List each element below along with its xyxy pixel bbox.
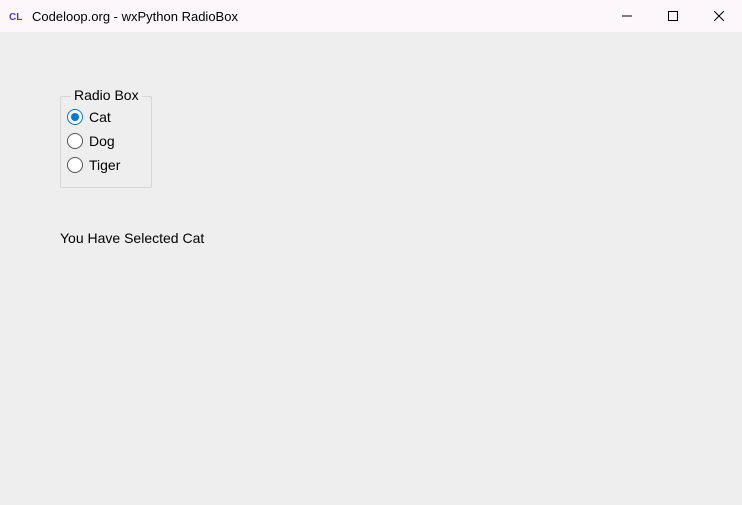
maximize-button[interactable] <box>650 0 696 32</box>
titlebar: CL Codeloop.org - wxPython RadioBox <box>0 0 742 32</box>
radiobox-group: Radio Box CatDogTiger <box>60 96 152 188</box>
radio-option-cat[interactable]: Cat <box>67 105 145 129</box>
app-icon: CL <box>8 8 24 24</box>
radiobox-legend: Radio Box <box>71 87 142 103</box>
window-controls <box>604 0 742 32</box>
radio-label: Tiger <box>89 157 120 173</box>
status-text: You Have Selected Cat <box>60 230 204 246</box>
window-title: Codeloop.org - wxPython RadioBox <box>32 9 238 24</box>
minimize-icon <box>622 11 632 21</box>
radio-indicator <box>67 133 83 149</box>
minimize-button[interactable] <box>604 0 650 32</box>
svg-text:CL: CL <box>9 12 22 23</box>
radio-indicator <box>67 109 83 125</box>
radio-label: Dog <box>89 133 115 149</box>
maximize-icon <box>668 11 678 21</box>
radio-option-dog[interactable]: Dog <box>67 129 145 153</box>
radio-label: Cat <box>89 109 111 125</box>
close-button[interactable] <box>696 0 742 32</box>
radio-option-tiger[interactable]: Tiger <box>67 153 145 177</box>
client-area: Radio Box Cat Dog Tiger You Have Selected … <box>0 32 742 505</box>
radio-indicator <box>67 157 83 173</box>
close-icon <box>714 11 724 21</box>
